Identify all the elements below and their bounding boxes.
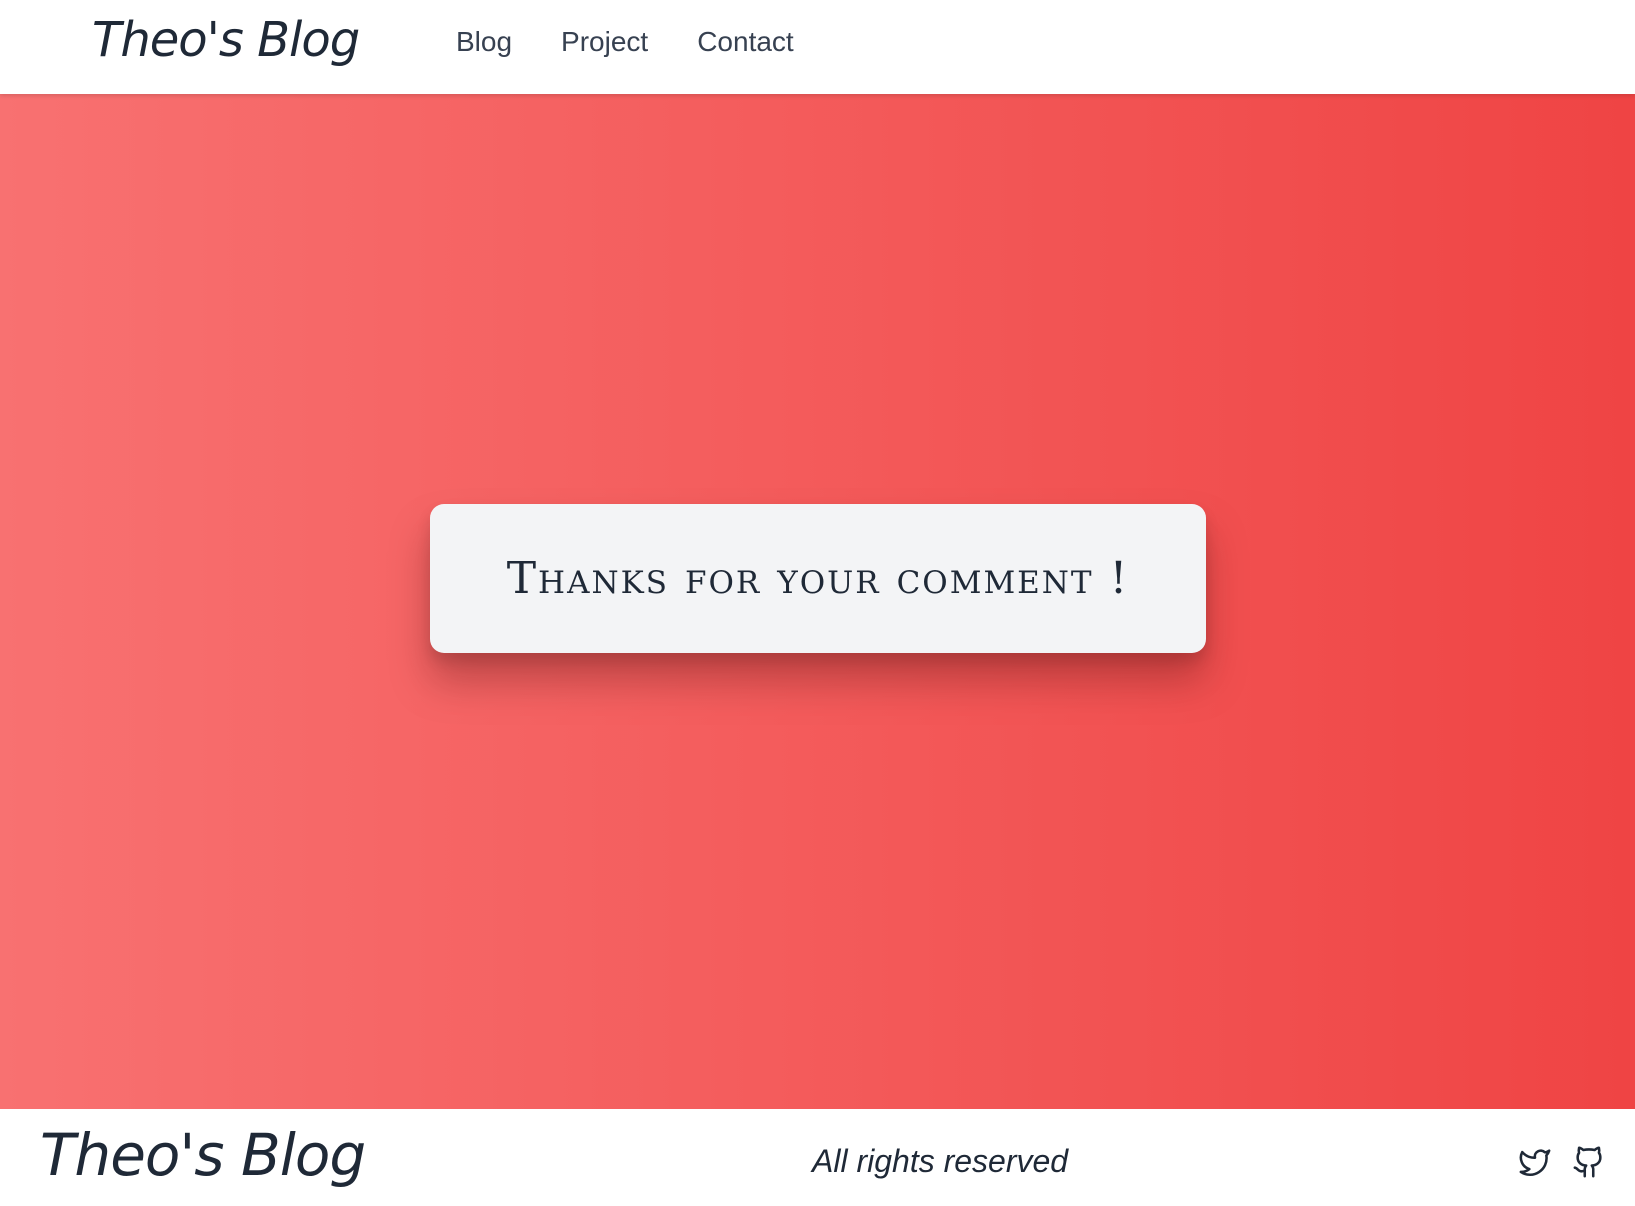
nav-link-contact[interactable]: Contact	[697, 22, 794, 62]
confirmation-message: Thanks for your comment !	[506, 553, 1130, 604]
footer-logo: Theo's Blog	[40, 1121, 366, 1189]
confirmation-card: Thanks for your comment !	[430, 504, 1206, 653]
github-icon[interactable]	[1572, 1145, 1606, 1179]
nav-link-blog[interactable]: Blog	[456, 22, 512, 62]
twitter-icon[interactable]	[1518, 1145, 1552, 1179]
site-footer: Theo's Blog All rights reserved	[0, 1109, 1635, 1206]
site-header: Theo's Blog Blog Project Contact	[0, 0, 1635, 94]
site-logo[interactable]: Theo's Blog	[92, 8, 360, 72]
nav-link-project[interactable]: Project	[561, 22, 648, 62]
main-nav: Blog Project Contact	[456, 22, 794, 62]
copyright-text: All rights reserved	[812, 1143, 1069, 1179]
social-links	[1518, 1145, 1606, 1179]
hero-section: Thanks for your comment !	[0, 94, 1635, 1109]
